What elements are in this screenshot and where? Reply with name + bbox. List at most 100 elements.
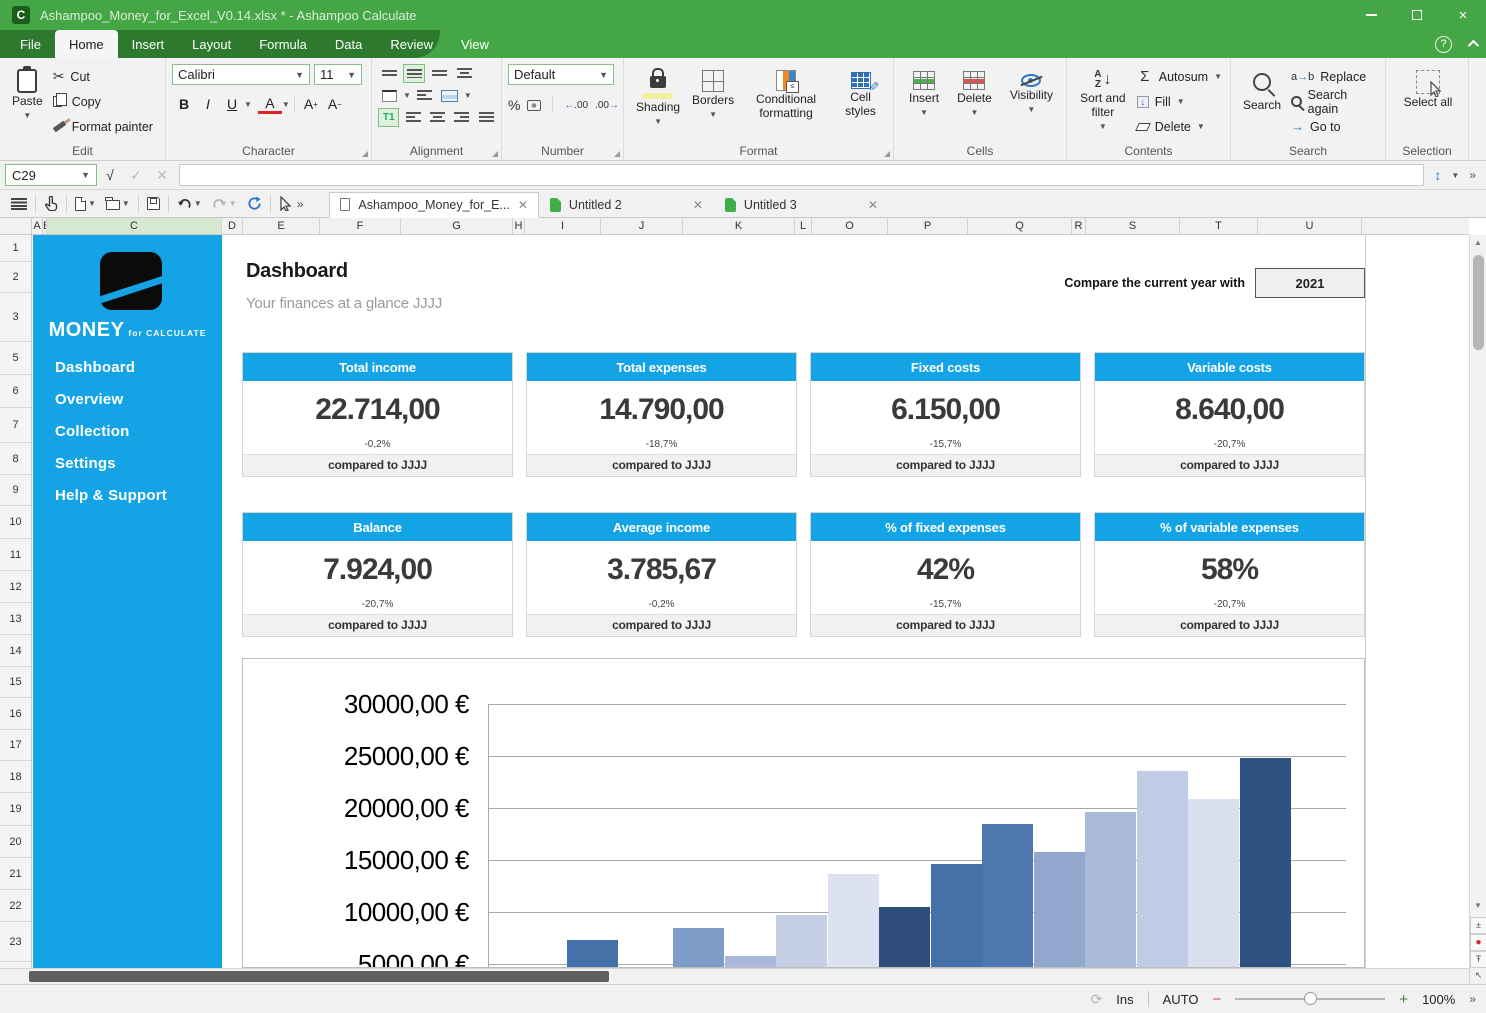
group-expand-icon[interactable] (362, 151, 368, 157)
menu-tab-insert[interactable]: Insert (118, 30, 179, 58)
align-justify-button[interactable] (476, 108, 497, 127)
column-header-L[interactable]: L (795, 218, 812, 234)
column-header-E[interactable]: E (243, 218, 320, 234)
sort-filter-button[interactable]: AZ↓ Sort and filter ▼ (1073, 64, 1133, 142)
row-header-1[interactable]: 1 (0, 235, 31, 262)
column-header-R[interactable]: R (1072, 218, 1086, 234)
visibility-button[interactable]: Visibility ▼ (1004, 64, 1059, 142)
row-header-6[interactable]: 6 (0, 375, 31, 408)
column-header-C[interactable]: C (47, 218, 222, 234)
bold-button[interactable]: B (172, 93, 196, 115)
row-header-18[interactable]: 18 (0, 761, 31, 793)
conditional-formatting-button[interactable]: Conditional formatting (740, 64, 832, 142)
record-button[interactable]: ● (1470, 934, 1486, 951)
underline-caret-icon[interactable]: ▼ (244, 100, 252, 109)
vertical-scrollbar[interactable]: ▲ ▼ ± ● Ŧ ↖ (1469, 235, 1486, 984)
copy-button[interactable]: Copy (49, 89, 157, 114)
row-header-19[interactable]: 19 (0, 793, 31, 826)
align-bottom-button[interactable] (428, 64, 450, 83)
zoom-out-button[interactable]: − (1213, 991, 1222, 1008)
expand-formula-bar-icon[interactable]: ↕ (1434, 167, 1441, 183)
anchor-view-button[interactable]: Ŧ (1470, 951, 1486, 968)
formula-input[interactable] (179, 164, 1424, 186)
column-header-H[interactable]: H (513, 218, 525, 234)
zoom-slider-knob[interactable] (1304, 992, 1317, 1005)
document-tab[interactable]: Untitled 3✕ (714, 192, 889, 218)
row-header-22[interactable]: 22 (0, 890, 31, 922)
sync-icon[interactable]: ⟳ (1091, 991, 1103, 1008)
wrap-text-button[interactable] (414, 86, 436, 105)
autosum-button[interactable]: ΣAutosum▼ (1133, 64, 1226, 89)
cell-reference-box[interactable]: C29 ▼ (5, 164, 97, 186)
row-header-12[interactable]: 12 (0, 571, 31, 603)
menu-tab-formula[interactable]: Formula (245, 30, 321, 58)
column-header-G[interactable]: G (401, 218, 513, 234)
horizontal-scrollbar-thumb[interactable] (29, 971, 609, 982)
percent-format-button[interactable]: % (508, 97, 520, 113)
save-button[interactable] (142, 192, 165, 216)
group-expand-icon[interactable] (884, 151, 890, 157)
align-top-button[interactable] (378, 64, 400, 83)
sidebar-item-overview[interactable]: Overview (55, 383, 167, 415)
document-tab[interactable]: Untitled 2✕ (539, 192, 714, 218)
close-tab-icon[interactable]: ✕ (693, 198, 703, 212)
delete-cells-button[interactable]: Delete ▼ (951, 64, 998, 142)
row-header-11[interactable]: 11 (0, 539, 31, 571)
close-button[interactable]: × (1440, 0, 1486, 30)
goto-button[interactable]: →Go to (1287, 114, 1381, 139)
paste-button[interactable]: Paste ▼ (6, 64, 49, 142)
undo-button[interactable]: ▼ (172, 192, 207, 216)
document-tab[interactable]: Ashampoo_Money_for_E...✕ (329, 192, 539, 218)
maximize-button[interactable] (1394, 0, 1440, 30)
select-all-button[interactable]: Select all (1392, 64, 1464, 112)
menu-tab-view[interactable]: View (447, 30, 503, 58)
underline-button[interactable]: U (220, 93, 244, 115)
row-header-10[interactable]: 10 (0, 506, 31, 539)
scroll-down-icon[interactable]: ▼ (1470, 898, 1486, 914)
redo-button[interactable]: ▼ (207, 192, 242, 216)
currency-format-icon[interactable] (527, 100, 541, 111)
menu-tab-home[interactable]: Home (55, 30, 118, 58)
align-left-button[interactable] (402, 108, 423, 127)
sheet-area[interactable]: MONEYfor CALCULATE DashboardOverviewColl… (32, 235, 1469, 968)
group-expand-icon[interactable] (492, 151, 498, 157)
cell-styles-button[interactable]: Cell styles (832, 64, 889, 142)
minimize-button[interactable] (1348, 0, 1394, 30)
fill-button[interactable]: ↓Fill▼ (1133, 89, 1226, 114)
cut-button[interactable]: ✂Cut (49, 64, 157, 89)
row-header-5[interactable]: 5 (0, 342, 31, 375)
sidebar-item-collection[interactable]: Collection (55, 415, 167, 447)
column-header-O[interactable]: O (812, 218, 888, 234)
pointer-mode-button[interactable] (274, 192, 297, 216)
shading-button[interactable]: Shading ▼ (630, 64, 686, 142)
toolbar-overflow-icon[interactable]: » (297, 197, 304, 211)
sidebar-item-help-support[interactable]: Help & Support (55, 479, 167, 511)
menu-tab-file[interactable]: File (6, 30, 55, 58)
help-icon[interactable]: ? (1435, 36, 1452, 53)
number-format-select[interactable]: Default▼ (508, 64, 614, 85)
italic-button[interactable]: I (196, 93, 220, 115)
column-header-Q[interactable]: Q (968, 218, 1072, 234)
row-header-16[interactable]: 16 (0, 698, 31, 730)
search-again-button[interactable]: Search again (1287, 89, 1381, 114)
open-document-button[interactable]: ▼ (101, 192, 135, 216)
new-document-button[interactable]: ▼ (70, 192, 101, 216)
accept-button[interactable]: ✓ (123, 167, 149, 184)
align-middle-button[interactable] (403, 64, 425, 83)
column-header-U[interactable]: U (1258, 218, 1362, 234)
column-header-S[interactable]: S (1086, 218, 1180, 234)
column-header-D[interactable]: D (222, 218, 243, 234)
shrink-font-button[interactable]: A− (323, 93, 347, 115)
row-header-21[interactable]: 21 (0, 858, 31, 890)
font-name-select[interactable]: Calibri▼ (172, 64, 310, 85)
align-justify-vertical-button[interactable] (453, 64, 475, 83)
function-wizard-button[interactable]: √ (97, 167, 123, 183)
group-expand-icon[interactable] (614, 151, 620, 157)
cancel-button[interactable]: ✕ (149, 167, 175, 184)
font-color-caret-icon[interactable]: ▼ (282, 100, 290, 109)
column-header-A[interactable]: A (32, 218, 43, 234)
row-header-13[interactable]: 13 (0, 603, 31, 635)
vertical-scrollbar-thumb[interactable] (1473, 255, 1484, 350)
corner-nav-icon[interactable]: ↖ (1470, 968, 1486, 985)
row-header-23[interactable]: 23 (0, 922, 31, 962)
